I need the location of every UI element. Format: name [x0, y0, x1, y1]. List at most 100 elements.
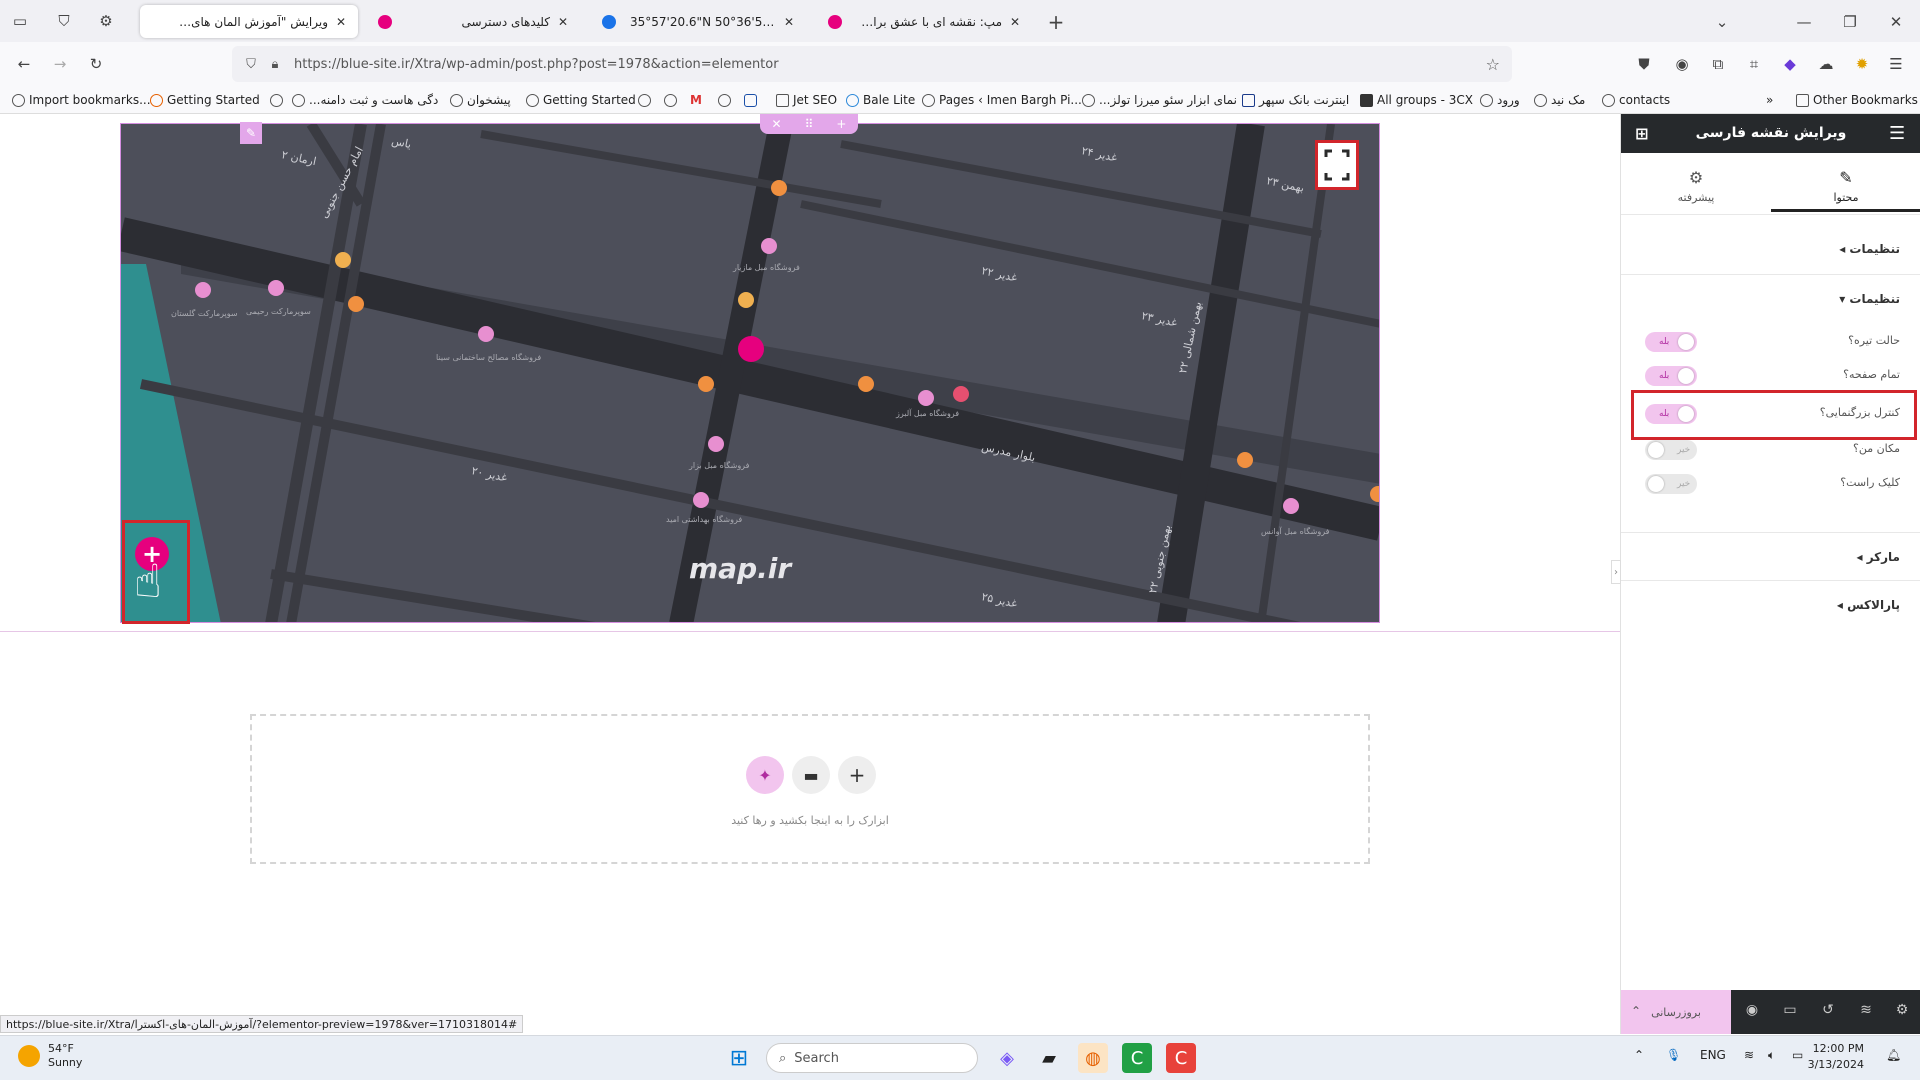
back-icon[interactable]: ←: [10, 50, 38, 78]
map-section[interactable]: بلوار مدرس ۲۲ بهمن شمالی ۲۲ بهمن جنوبی غ…: [0, 114, 1620, 632]
close-icon[interactable]: ✕: [556, 15, 570, 29]
map-widget[interactable]: بلوار مدرس ۲۲ بهمن شمالی ۲۲ بهمن جنوبی غ…: [120, 123, 1380, 623]
collapse-panel-icon[interactable]: ›: [1611, 560, 1621, 584]
tab-content[interactable]: ✎ محتوا: [1771, 162, 1920, 212]
tracking-shield-icon[interactable]: ⛉: [238, 57, 264, 72]
account-icon[interactable]: ◉: [1668, 50, 1696, 78]
delete-widget-icon[interactable]: ✕: [772, 117, 782, 131]
star-icon[interactable]: ☆: [1486, 55, 1500, 74]
taskbar-clock[interactable]: 12:00 PM 3/13/2024: [1808, 1041, 1864, 1073]
weather-widget[interactable]: 54°F Sunny: [18, 1042, 82, 1070]
add-section-button[interactable]: +: [838, 756, 876, 794]
window-close-icon[interactable]: ✕: [1882, 8, 1910, 36]
minimize-icon[interactable]: —: [1790, 8, 1818, 36]
tab-advanced[interactable]: ⚙ پیشرفته: [1621, 162, 1771, 212]
edit-pencil-icon[interactable]: ✎: [240, 122, 262, 144]
bookmark-item[interactable]: All groups - 3CX: [1360, 91, 1473, 109]
reload-icon[interactable]: ↻: [82, 50, 110, 78]
widgets-grid-icon[interactable]: ⊞: [1635, 124, 1648, 143]
bookmark-item[interactable]: ...دگی هاست و ثبت دامنه: [292, 91, 438, 109]
responsive-icon[interactable]: ▭: [1779, 1002, 1801, 1024]
cloud-icon[interactable]: ☁: [1812, 50, 1840, 78]
section-marker[interactable]: مارکر ◂: [1857, 550, 1901, 564]
history-icon[interactable]: ↺: [1817, 1002, 1839, 1024]
preview-eye-icon[interactable]: ◉: [1741, 1002, 1763, 1024]
taskbar-search[interactable]: ⌕ Search: [766, 1043, 978, 1073]
file-explorer-icon[interactable]: ▰: [1034, 1043, 1064, 1073]
toggle-right-click[interactable]: خیر: [1645, 474, 1697, 494]
fullscreen-button[interactable]: [1315, 140, 1359, 190]
bookmark-item[interactable]: اینترنت بانک سپهر: [1242, 91, 1349, 109]
other-bookmarks[interactable]: Other Bookmarks: [1796, 91, 1918, 109]
bookmark-item[interactable]: [664, 91, 681, 109]
bookmark-item[interactable]: ورود: [1480, 91, 1520, 109]
ai-sparkle-button[interactable]: ✦: [746, 756, 784, 794]
tab-map-ir[interactable]: مپ: نقشه ای با عشق برای ایران ✕: [818, 5, 1032, 38]
bookmark-item[interactable]: پیشخوان: [450, 91, 511, 109]
lock-icon[interactable]: 🔒︎: [264, 57, 286, 72]
bookmark-item[interactable]: [744, 91, 761, 109]
tab-shortcuts[interactable]: کلیدهای دسترسی ✕: [368, 5, 580, 38]
volume-icon[interactable]: 🔈︎: [1768, 1048, 1775, 1063]
toggle-dark-mode[interactable]: بله: [1645, 332, 1697, 352]
navigator-layers-icon[interactable]: ≋: [1855, 1002, 1877, 1024]
toggle-fullscreen[interactable]: بله: [1645, 366, 1697, 386]
camtasia-red-icon[interactable]: C: [1166, 1043, 1196, 1073]
bookmark-item[interactable]: مک نید: [1534, 91, 1585, 109]
camtasia-green-icon[interactable]: C: [1122, 1043, 1152, 1073]
hamburger-icon[interactable]: ☰: [1889, 123, 1905, 144]
bookmark-item[interactable]: Getting Started: [150, 91, 260, 109]
bookmark-item[interactable]: [270, 91, 287, 109]
drop-zone[interactable]: ✦ ▬ + ابزارک را به اینجا بکشید و رها کنی…: [250, 714, 1370, 864]
url-text[interactable]: https://blue-site.ir/Xtra/wp-admin/post.…: [294, 57, 779, 72]
close-icon[interactable]: ✕: [1008, 15, 1022, 29]
section-settings-collapsed[interactable]: تنظیمات ◂: [1839, 242, 1900, 256]
tab-list-icon[interactable]: ▭: [6, 7, 34, 35]
toggle-zoom-control[interactable]: بله: [1645, 404, 1697, 424]
forward-icon[interactable]: →: [46, 50, 74, 78]
bookmark-item[interactable]: ...نمای ابزار سئو میرزا تولز: [1082, 91, 1237, 109]
addon-icon[interactable]: ◆: [1776, 50, 1804, 78]
bookmark-item[interactable]: Pages ‹ Imen Bargh Pi...: [922, 91, 1082, 109]
language-indicator[interactable]: ENG: [1700, 1048, 1726, 1062]
bookmark-item[interactable]: Jet SEO: [776, 91, 837, 109]
toggle-my-location[interactable]: خیر: [1645, 440, 1697, 460]
copilot-icon[interactable]: ◈: [992, 1043, 1022, 1073]
notification-bell-icon[interactable]: 🔔︎: [1886, 1048, 1901, 1062]
chevron-down-icon[interactable]: ⌄: [1708, 8, 1736, 36]
bookmark-item[interactable]: Bale Lite: [846, 91, 915, 109]
restore-icon[interactable]: ❐: [1836, 8, 1864, 36]
firefox-taskbar-icon[interactable]: ◍: [1078, 1043, 1108, 1073]
add-widget-icon[interactable]: +: [836, 117, 846, 131]
new-tab-button[interactable]: +: [1042, 8, 1070, 36]
template-folder-button[interactable]: ▬: [792, 756, 830, 794]
url-bar[interactable]: ⛉ 🔒︎ https://blue-site.ir/Xtra/wp-admin/…: [232, 46, 1512, 82]
section-settings-open[interactable]: تنظیمات ▾: [1839, 292, 1900, 306]
tab-google-maps[interactable]: 35°57'20.6"N 50°36'53.2"E - Goo ✕: [592, 5, 806, 38]
bookmark-item[interactable]: [718, 91, 735, 109]
shield-icon[interactable]: ⛉: [50, 7, 78, 35]
tab-editor[interactable]: ویرایش "آموزش المان های اکسترا" – ✕: [140, 5, 358, 38]
close-icon[interactable]: ✕: [334, 15, 348, 29]
microphone-icon[interactable]: 🎙︎: [1666, 1048, 1681, 1062]
battery-icon[interactable]: ▭: [1792, 1048, 1803, 1062]
update-button[interactable]: ⌃ بروزرسانی: [1621, 990, 1731, 1034]
wifi-icon[interactable]: ≋: [1744, 1048, 1754, 1062]
settings-gear-icon[interactable]: ⚙: [1891, 1002, 1913, 1024]
chevron-up-icon[interactable]: ⌃: [1631, 1004, 1641, 1018]
menu-icon[interactable]: ☰: [1882, 50, 1910, 78]
bookmark-item[interactable]: Import bookmarks...: [12, 91, 151, 109]
crop-icon[interactable]: ⌗: [1740, 50, 1768, 78]
extensions-icon[interactable]: ⧉: [1704, 50, 1732, 78]
section-parallax[interactable]: پارالاکس ◂: [1837, 598, 1900, 612]
more-bookmarks-icon[interactable]: »: [1766, 91, 1773, 109]
pocket-icon[interactable]: ⛊: [1630, 50, 1658, 78]
bookmark-item[interactable]: [638, 91, 655, 109]
tray-chevron-icon[interactable]: ⌃: [1634, 1048, 1644, 1062]
sun-addon-icon[interactable]: ✹: [1848, 50, 1876, 78]
bookmark-item[interactable]: contacts: [1602, 91, 1670, 109]
drag-handle-icon[interactable]: ⠿: [805, 117, 814, 131]
close-icon[interactable]: ✕: [782, 15, 796, 29]
bookmark-item[interactable]: Getting Started: [526, 91, 636, 109]
extension-icon[interactable]: ⚙: [92, 7, 120, 35]
